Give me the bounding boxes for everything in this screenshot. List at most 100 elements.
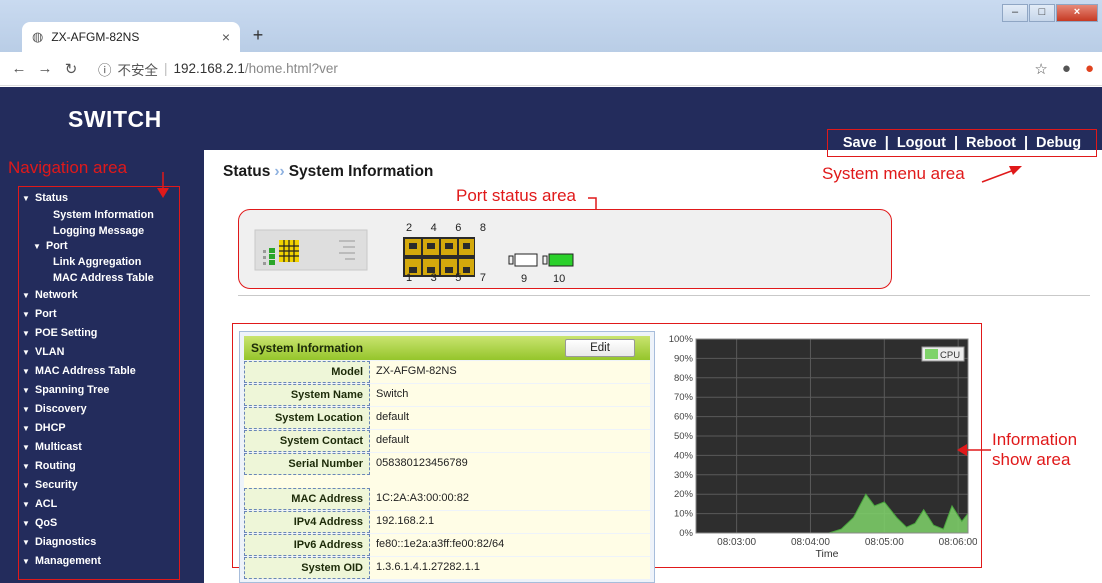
address-bar: ← → ↻ ⓘ 不安全 | 192.168.2.1/home.html?ver [0,52,1102,86]
sidebar-item-logging-message[interactable]: Logging Message [22,224,182,240]
sidebar-item-label: Port [35,308,57,321]
sidebar-item-mac-address-table-status[interactable]: MAC Address Table [22,271,182,287]
close-window-button[interactable]: × [1056,4,1098,22]
chevron-down-icon: ▼ [22,462,30,472]
extension-icon[interactable]: ● [1085,60,1094,78]
annotation-info-show: Information show area [992,430,1078,469]
sidebar-item-port-status[interactable]: ▼ Port [22,239,182,255]
maximize-button[interactable]: □ [1029,4,1055,22]
sidebar-item-qos[interactable]: ▼ QoS [22,514,182,533]
x-tick-label: 08:05:00 [865,537,904,548]
sidebar-item-acl[interactable]: ▼ ACL [22,495,182,514]
divider [238,295,1090,296]
y-tick-label: 100% [669,334,694,345]
table-row: System Contact default [244,430,650,452]
new-tab-button[interactable]: + [244,22,272,50]
forward-icon[interactable]: → [32,60,58,77]
sidebar-item-security[interactable]: ▼ Security [22,476,182,495]
sidebar-item-diagnostics[interactable]: ▼ Diagnostics [22,533,182,552]
info-key: MAC Address [244,488,370,510]
minimize-button[interactable]: – [1002,4,1028,22]
debug-button[interactable]: Debug [1036,135,1081,151]
sidebar-item-label: Port [46,240,68,253]
chevron-down-icon: ▼ [22,557,30,567]
browser-tools: ☆ ● ● [1034,60,1094,78]
sidebar-item-label: Security [35,479,78,492]
sidebar-item-system-information[interactable]: System Information [22,208,182,224]
url-path: /home.html?ver [244,61,338,76]
x-axis-label: Time [816,548,839,560]
sidebar-item-management[interactable]: ▼ Management [22,552,182,571]
reload-icon[interactable]: ↻ [58,60,84,78]
port-number: 2 [406,222,413,234]
sidebar-item-routing[interactable]: ▼ Routing [22,457,182,476]
cpu-chart: 0% 10% 20% 30% 40% 50% 60% 70% 80% 90% 100% 08:03:0… [669,334,977,560]
window-controls: – □ × [1002,4,1098,22]
info-value: default [370,430,650,452]
info-value: ZX-AFGM-82NS [370,361,650,383]
system-info-panel: System Information Edit Model ZX-AFGM-82N… [239,331,655,583]
bookmark-star-icon[interactable]: ☆ [1034,60,1047,78]
edit-button[interactable]: Edit [565,339,635,357]
chevron-down-icon: ▼ [22,424,30,434]
y-tick-label: 0% [679,528,693,539]
sidebar-item-label: Network [35,289,78,302]
y-tick-label: 20% [674,489,694,500]
info-key: Model [244,361,370,383]
breadcrumb-parent[interactable]: Status [223,163,270,180]
sidebar-item-link-aggregation[interactable]: Link Aggregation [22,255,182,271]
url-field[interactable]: ⓘ 不安全 | 192.168.2.1/home.html?ver [98,59,1058,79]
table-row: IPv4 Address 192.168.2.1 [244,511,650,533]
sidebar-item-mac-address-table[interactable]: ▼ MAC Address Table [22,362,182,381]
chevron-down-icon: ▼ [22,386,30,396]
port-number: 4 [430,222,437,234]
sidebar-item-spanning-tree[interactable]: ▼ Spanning Tree [22,381,182,400]
info-key: Serial Number [244,453,370,475]
sidebar-item-dhcp[interactable]: ▼ DHCP [22,419,182,438]
switch-front-panel [254,229,574,277]
chevron-down-icon: ▼ [22,348,30,358]
table-row: MAC Address 1C:2A:A3:00:00:82 [244,488,650,510]
annotation-system-menu: System menu area [822,164,965,183]
sidebar-item-port[interactable]: ▼ Port [22,305,182,324]
legend-label: CPU [940,350,960,361]
annotation-port-status: Port status area [456,186,577,205]
rj45-port-block [403,237,475,277]
chevron-down-icon: ▼ [22,291,30,301]
save-button[interactable]: Save [843,135,877,151]
breadcrumb: Status ›› System Information [223,163,433,181]
info-value: 1.3.6.1.4.1.27282.1.1 [370,557,650,579]
globe-icon: ◍ [32,29,44,44]
sfp-port-10[interactable] [542,253,574,267]
close-tab-icon[interactable]: × [222,29,230,45]
port-number: 5 [455,272,462,284]
url-separator: | [164,61,168,76]
reboot-button[interactable]: Reboot [966,135,1016,151]
sidebar-item-multicast[interactable]: ▼ Multicast [22,438,182,457]
profile-icon[interactable]: ● [1062,60,1071,78]
chevron-down-icon: ▼ [22,481,30,491]
sfp-port-9[interactable] [508,253,538,267]
table-row: System Name Switch [244,384,650,406]
sidebar-item-poe-setting[interactable]: ▼ POE Setting [22,324,182,343]
table-row: Model ZX-AFGM-82NS [244,361,650,383]
info-icon[interactable]: ⓘ [98,59,112,79]
back-icon[interactable]: ← [6,60,32,77]
y-tick-label: 60% [674,412,694,423]
browser-tab[interactable]: ◍ ZX-AFGM-82NS × [22,22,240,52]
sidebar-item-network[interactable]: ▼ Network [22,286,182,305]
port-numbers-bottom: 1 3 5 7 [406,272,486,284]
browser-tab-title: ZX-AFGM-82NS [51,30,140,44]
table-row: IPv6 Address fe80::1e2a:a3ff:fe00:82/64 [244,534,650,556]
info-value: 192.168.2.1 [370,511,650,533]
chevron-down-icon: ▼ [22,500,30,510]
y-tick-label: 30% [674,470,694,481]
logout-button[interactable]: Logout [897,135,946,151]
sidebar-item-label: Management [35,555,101,568]
page-title: System Information [288,163,434,180]
sidebar-item-status[interactable]: ▼ Status [22,189,182,208]
sidebar-item-vlan[interactable]: ▼ VLAN [22,343,182,362]
sidebar-nav: ▼ Status System Information Logging Messa… [22,189,182,571]
sidebar-item-discovery[interactable]: ▼ Discovery [22,400,182,419]
port-number: 3 [430,272,437,284]
